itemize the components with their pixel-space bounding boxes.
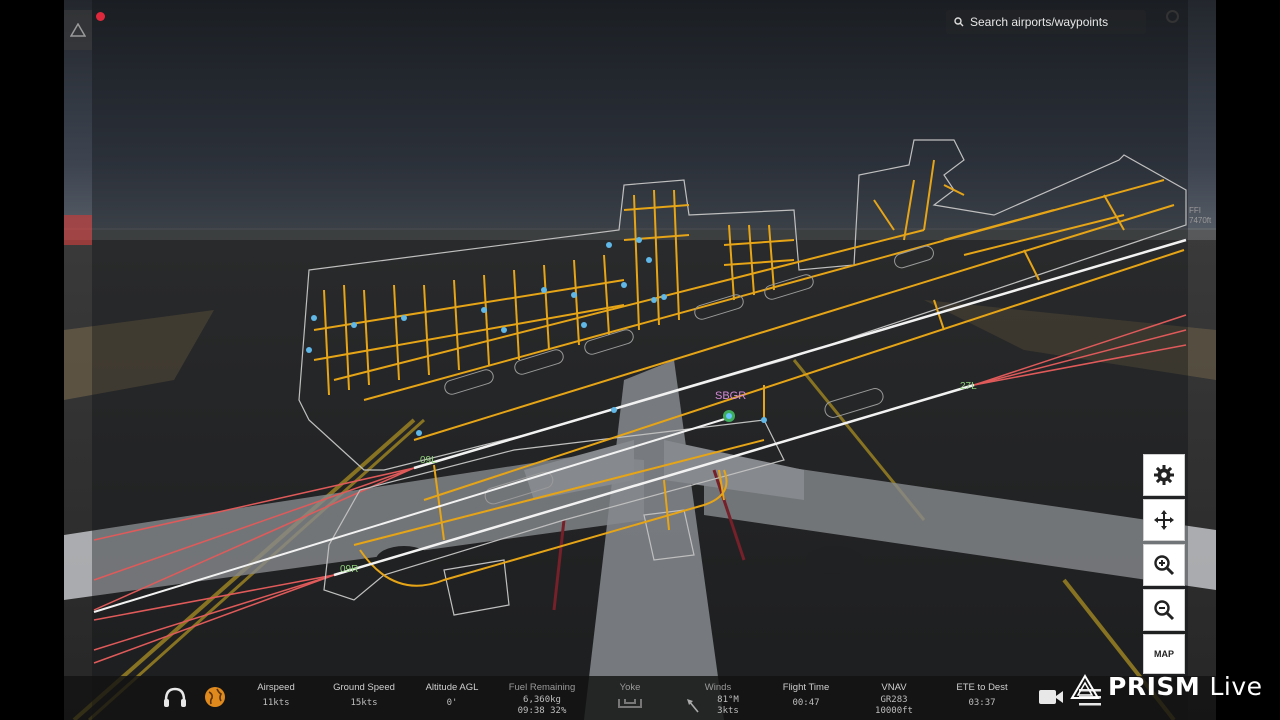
edge-marker: FFI bbox=[1189, 206, 1201, 215]
airport-code-label: SBGR bbox=[715, 390, 746, 402]
map-toggle-button[interactable]: MAP bbox=[1143, 634, 1185, 674]
stat-value: 11kts bbox=[262, 698, 290, 708]
stat-ete-to-dest: ETE to Dest 03:37 bbox=[934, 682, 1030, 709]
search-icon bbox=[954, 17, 964, 27]
stat-label: Yoke bbox=[619, 682, 641, 693]
stat-winds: Winds 81°M 3kts bbox=[670, 682, 766, 717]
simulator-view: SBGR 09L 09R 27L FFI 7470ft bbox=[64, 0, 1216, 720]
stat-value-secondary: 3kts bbox=[717, 706, 739, 716]
stat-value: 6,360kg bbox=[523, 695, 561, 705]
zoom-out-button[interactable] bbox=[1143, 589, 1185, 631]
stat-label: Ground Speed bbox=[333, 682, 395, 693]
globe-icon[interactable] bbox=[204, 686, 226, 713]
map-layers-button[interactable] bbox=[64, 10, 92, 50]
map-controls: MAP bbox=[1143, 454, 1187, 677]
search-input[interactable]: Search airports/waypoints bbox=[946, 10, 1146, 34]
zoom-out-icon bbox=[1154, 600, 1175, 621]
prism-live-text: PRISM Live bbox=[1108, 672, 1263, 701]
stat-label: Flight Time bbox=[782, 682, 830, 693]
stat-vnav: VNAV GR283 10000ft bbox=[846, 682, 942, 717]
stat-value-secondary: 10000ft bbox=[875, 706, 913, 716]
zoom-in-icon bbox=[1154, 555, 1175, 576]
search-placeholder: Search airports/waypoints bbox=[970, 15, 1109, 29]
stat-value: GR283 bbox=[880, 695, 908, 705]
stat-label: Airspeed bbox=[257, 682, 295, 693]
stat-label: Fuel Remaining bbox=[508, 682, 576, 693]
stat-value: 0' bbox=[446, 698, 458, 708]
prism-logo-icon bbox=[1070, 673, 1100, 699]
stat-fuel-remaining: Fuel Remaining 6,360kg 09:38 32% bbox=[494, 682, 590, 717]
center-map-button[interactable] bbox=[1143, 499, 1185, 541]
runway-label-27l: 27L bbox=[960, 381, 977, 392]
gear-icon bbox=[1154, 465, 1174, 485]
stat-value: 81°M bbox=[717, 695, 739, 705]
moving-map[interactable]: SBGR 09L 09R 27L FFI 7470ft bbox=[64, 0, 1216, 720]
stat-value: 15kts bbox=[350, 698, 378, 708]
stat-value-secondary: 09:38 32% bbox=[517, 706, 567, 716]
bottom-status-bar: Airspeed 11kts Ground Speed 15kts Altitu… bbox=[64, 676, 1216, 720]
prism-live-watermark: PRISM Live bbox=[1070, 672, 1263, 701]
stat-airspeed: Airspeed 11kts bbox=[228, 682, 324, 709]
notification-dot bbox=[96, 12, 105, 21]
settings-button[interactable] bbox=[1143, 454, 1185, 496]
stat-yoke: Yoke bbox=[582, 682, 678, 714]
edge-altitude: 7470ft bbox=[1189, 216, 1212, 225]
stat-label: Altitude AGL bbox=[425, 682, 479, 693]
close-icon[interactable] bbox=[1166, 10, 1179, 23]
stat-label: Winds bbox=[704, 682, 732, 693]
stat-flight-time: Flight Time 00:47 bbox=[758, 682, 854, 709]
map-toggle-label: MAP bbox=[1154, 649, 1174, 659]
atc-headset-icon[interactable] bbox=[162, 686, 188, 715]
brand-name: PRISM bbox=[1108, 672, 1201, 701]
stat-label: ETE to Dest bbox=[956, 682, 1008, 693]
camera-icon[interactable] bbox=[1038, 688, 1064, 711]
yoke-icon bbox=[618, 699, 642, 708]
stat-label: VNAV bbox=[881, 682, 907, 693]
stat-value: 00:47 bbox=[792, 698, 820, 708]
runway-label-09l: 09L bbox=[420, 455, 437, 466]
move-arrows-icon bbox=[1154, 510, 1174, 530]
runway-label-09r: 09R bbox=[340, 564, 358, 575]
wind-arrow-icon bbox=[686, 698, 700, 719]
warning-triangle-icon bbox=[70, 23, 86, 37]
stat-ground-speed: Ground Speed 15kts bbox=[316, 682, 412, 709]
stat-altitude-agl: Altitude AGL 0' bbox=[404, 682, 500, 709]
stat-value: 03:37 bbox=[968, 698, 996, 708]
brand-suffix: Live bbox=[1209, 672, 1263, 701]
zoom-in-button[interactable] bbox=[1143, 544, 1185, 586]
